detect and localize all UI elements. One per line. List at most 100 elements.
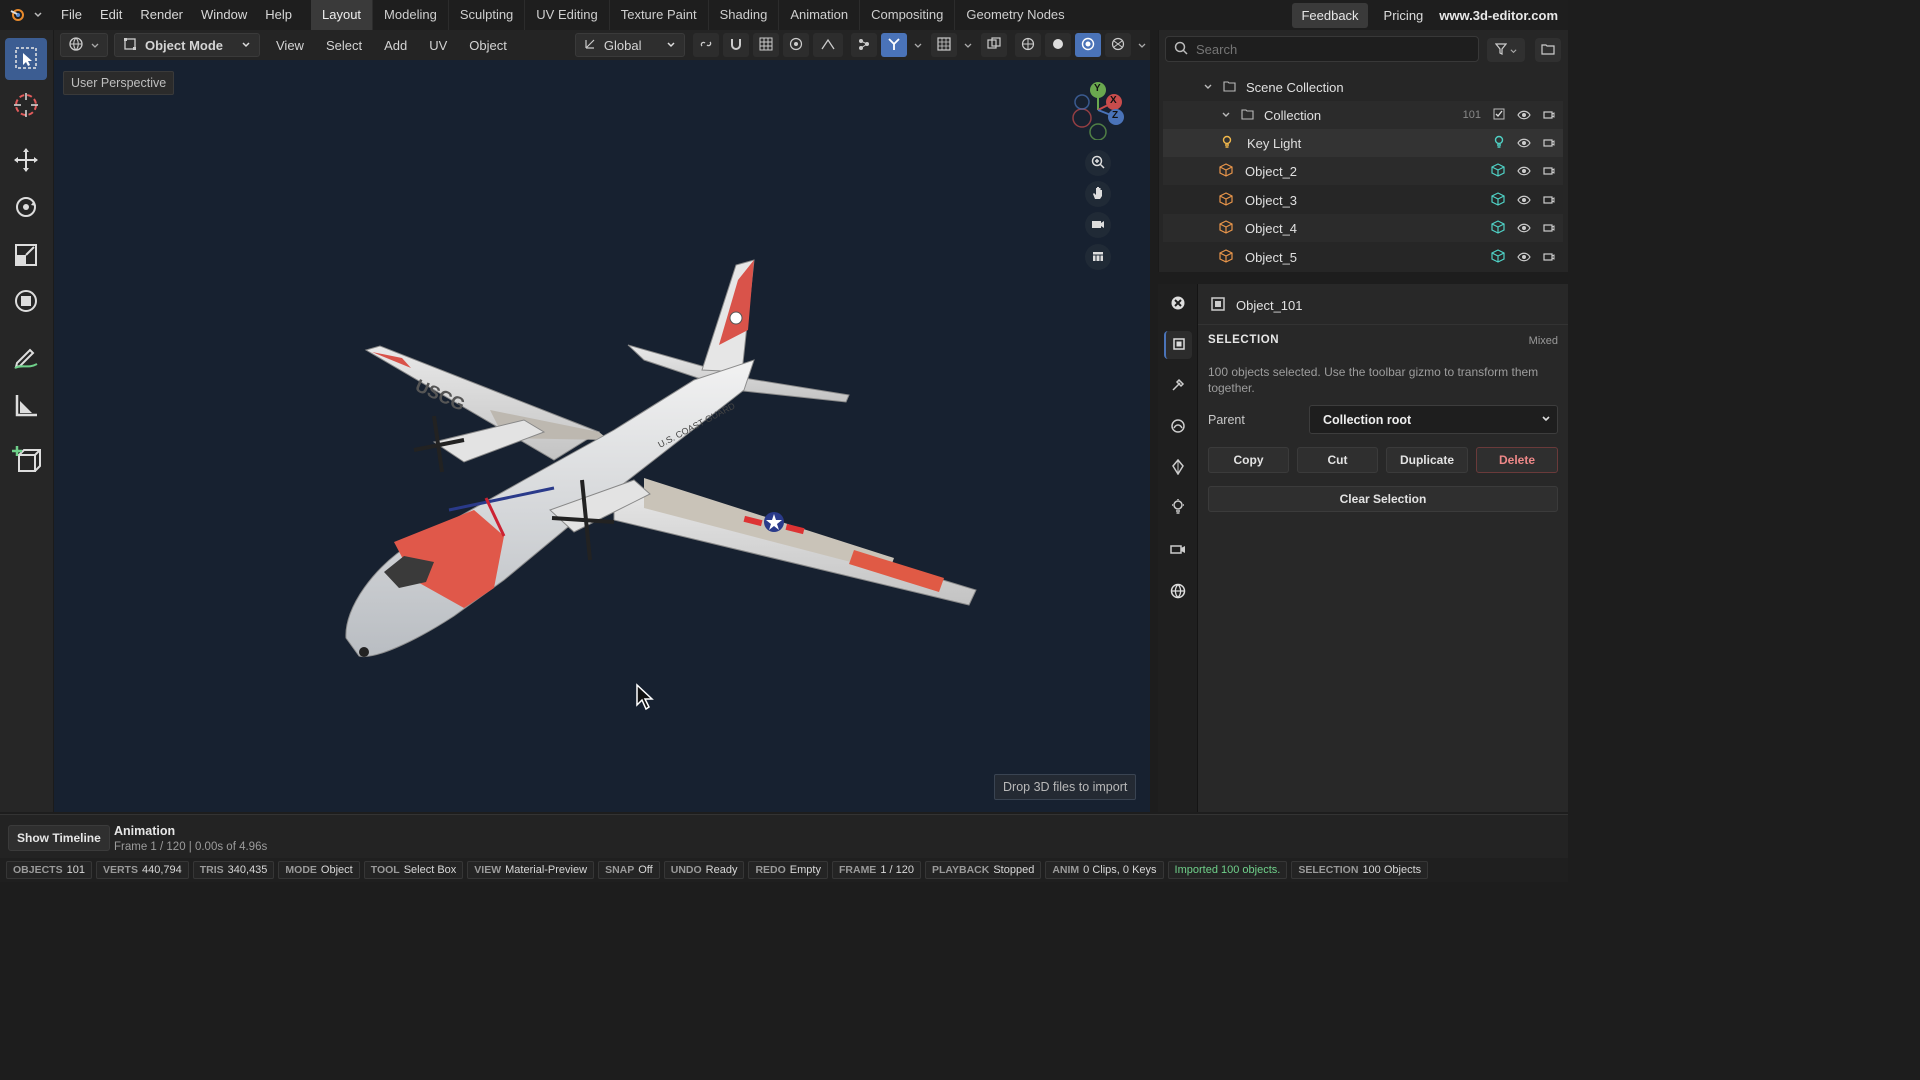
pricing-link[interactable]: Pricing: [1376, 8, 1432, 23]
app-menu-button[interactable]: [0, 0, 52, 30]
outliner-scene-collection[interactable]: Scene Collection: [1163, 73, 1563, 101]
outliner-search[interactable]: [1165, 36, 1479, 62]
menu-edit[interactable]: Edit: [91, 0, 131, 30]
filter-button[interactable]: [1487, 38, 1525, 62]
camera-icon[interactable]: [1543, 164, 1555, 179]
site-link[interactable]: www.3d-editor.com: [1439, 8, 1558, 23]
eye-icon[interactable]: [1517, 108, 1531, 123]
tab-tool[interactable]: [1164, 290, 1192, 318]
menu-file[interactable]: File: [52, 0, 91, 30]
shading-solid-button[interactable]: [1044, 33, 1071, 57]
tab-modeling[interactable]: Modeling: [373, 0, 449, 30]
eye-icon[interactable]: [1517, 136, 1531, 151]
search-input[interactable]: [1196, 41, 1456, 57]
outliner-item-object-5[interactable]: Object_5: [1163, 243, 1563, 271]
shading-material-button[interactable]: [1074, 33, 1101, 57]
gizmo-dropdown[interactable]: [911, 33, 925, 57]
measure-tool[interactable]: [5, 385, 47, 427]
viewport-menu-view[interactable]: View: [268, 33, 312, 57]
eye-icon[interactable]: [1517, 164, 1531, 179]
viewport-menu-uv[interactable]: UV: [421, 33, 455, 57]
cut-button[interactable]: Cut: [1297, 447, 1378, 473]
new-collection-button[interactable]: [1535, 38, 1561, 62]
pivot-link-button[interactable]: [692, 33, 719, 57]
clear-selection-button[interactable]: Clear Selection: [1208, 486, 1558, 512]
add-cube-tool[interactable]: [5, 440, 47, 482]
parent-select[interactable]: Collection root: [1309, 405, 1558, 434]
material-sphere-icon: [1081, 37, 1095, 54]
tab-world[interactable]: [1164, 578, 1192, 606]
overlay-nodes-button[interactable]: [850, 33, 877, 57]
copy-button[interactable]: Copy: [1208, 447, 1289, 473]
camera-icon[interactable]: [1543, 136, 1555, 151]
checkbox-icon[interactable]: [1493, 108, 1505, 123]
tab-light[interactable]: [1164, 494, 1192, 522]
viewport-menu-add[interactable]: Add: [376, 33, 415, 57]
outliner-item-object-2[interactable]: Object_2: [1163, 157, 1563, 185]
pan-button[interactable]: [1085, 181, 1111, 207]
overlays-dropdown[interactable]: [961, 33, 975, 57]
camera-icon[interactable]: [1543, 221, 1555, 236]
camera-view-button[interactable]: [1085, 212, 1111, 238]
menu-render[interactable]: Render: [131, 0, 192, 30]
zoom-button[interactable]: [1085, 150, 1111, 176]
viewport-menu-select[interactable]: Select: [318, 33, 370, 57]
projection-toggle-button[interactable]: [1085, 244, 1111, 270]
outliner-item-object-4[interactable]: Object_4: [1163, 214, 1563, 242]
tab-geometry-nodes[interactable]: Geometry Nodes: [955, 0, 1075, 30]
tab-shading[interactable]: Shading: [709, 0, 780, 30]
rotate-tool[interactable]: [5, 187, 47, 229]
feedback-button[interactable]: Feedback: [1292, 2, 1368, 28]
transform-orientation-dropdown[interactable]: Global: [574, 33, 685, 57]
viewport-menu-object[interactable]: Object: [461, 33, 515, 57]
duplicate-button[interactable]: Duplicate: [1386, 447, 1468, 473]
tab-texture-paint[interactable]: Texture Paint: [610, 0, 709, 30]
aircraft-model[interactable]: USCG U.S. COAST GUARD: [54, 60, 1150, 812]
camera-icon[interactable]: [1543, 250, 1555, 265]
overlays-button[interactable]: [930, 33, 957, 57]
select-box-tool[interactable]: [5, 38, 47, 80]
3d-viewport[interactable]: User Perspective USCG U.S. COAST GUARD Y…: [54, 60, 1150, 812]
cursor-tool[interactable]: [5, 85, 47, 127]
properties-panel: Object_101 SELECTION Mixed 100 objects s…: [1198, 284, 1568, 812]
object-mode-dropdown[interactable]: Object Mode: [114, 33, 260, 57]
navigation-gizmo[interactable]: Y X Z: [1068, 80, 1128, 141]
tab-object-data[interactable]: [1164, 454, 1192, 482]
tab-uv-editing[interactable]: UV Editing: [525, 0, 610, 30]
camera-icon[interactable]: [1543, 108, 1555, 123]
snap-grid-button[interactable]: [752, 33, 779, 57]
show-timeline-button[interactable]: Show Timeline: [8, 825, 110, 851]
tab-object[interactable]: [1164, 331, 1192, 359]
xray-button[interactable]: [980, 33, 1007, 57]
shading-rendered-button[interactable]: [1104, 33, 1131, 57]
proportional-edit-button[interactable]: [782, 33, 809, 57]
outliner-item-key-light[interactable]: Key Light: [1163, 129, 1563, 157]
camera-icon[interactable]: [1543, 193, 1555, 208]
menu-help[interactable]: Help: [256, 0, 301, 30]
delete-button[interactable]: Delete: [1476, 447, 1558, 473]
eye-icon[interactable]: [1517, 250, 1531, 265]
annotate-tool[interactable]: [5, 336, 47, 378]
menu-window[interactable]: Window: [192, 0, 256, 30]
scale-tool[interactable]: [5, 235, 47, 277]
tab-animation[interactable]: Animation: [779, 0, 861, 30]
tool-settings-icon: [1170, 295, 1186, 314]
tab-material[interactable]: [1164, 413, 1192, 441]
shading-wireframe-button[interactable]: [1014, 33, 1041, 57]
editor-type-dropdown[interactable]: [60, 33, 108, 57]
tab-modifiers[interactable]: [1164, 372, 1192, 400]
falloff-button[interactable]: [812, 33, 843, 57]
outliner-item-object-3[interactable]: Object_3: [1163, 186, 1563, 214]
eye-icon[interactable]: [1517, 193, 1531, 208]
move-tool[interactable]: [5, 140, 47, 182]
outliner-collection[interactable]: Collection 101: [1163, 101, 1563, 129]
tab-sculpting[interactable]: Sculpting: [449, 0, 526, 30]
tab-layout[interactable]: Layout: [311, 0, 374, 30]
transform-tool[interactable]: [5, 281, 47, 323]
shading-dropdown[interactable]: [1135, 33, 1149, 57]
snap-magnet-button[interactable]: [722, 33, 749, 57]
tab-camera[interactable]: [1164, 536, 1192, 564]
tab-compositing[interactable]: Compositing: [860, 0, 956, 30]
gizmo-toggle-button[interactable]: [880, 33, 907, 57]
eye-icon[interactable]: [1517, 221, 1531, 236]
